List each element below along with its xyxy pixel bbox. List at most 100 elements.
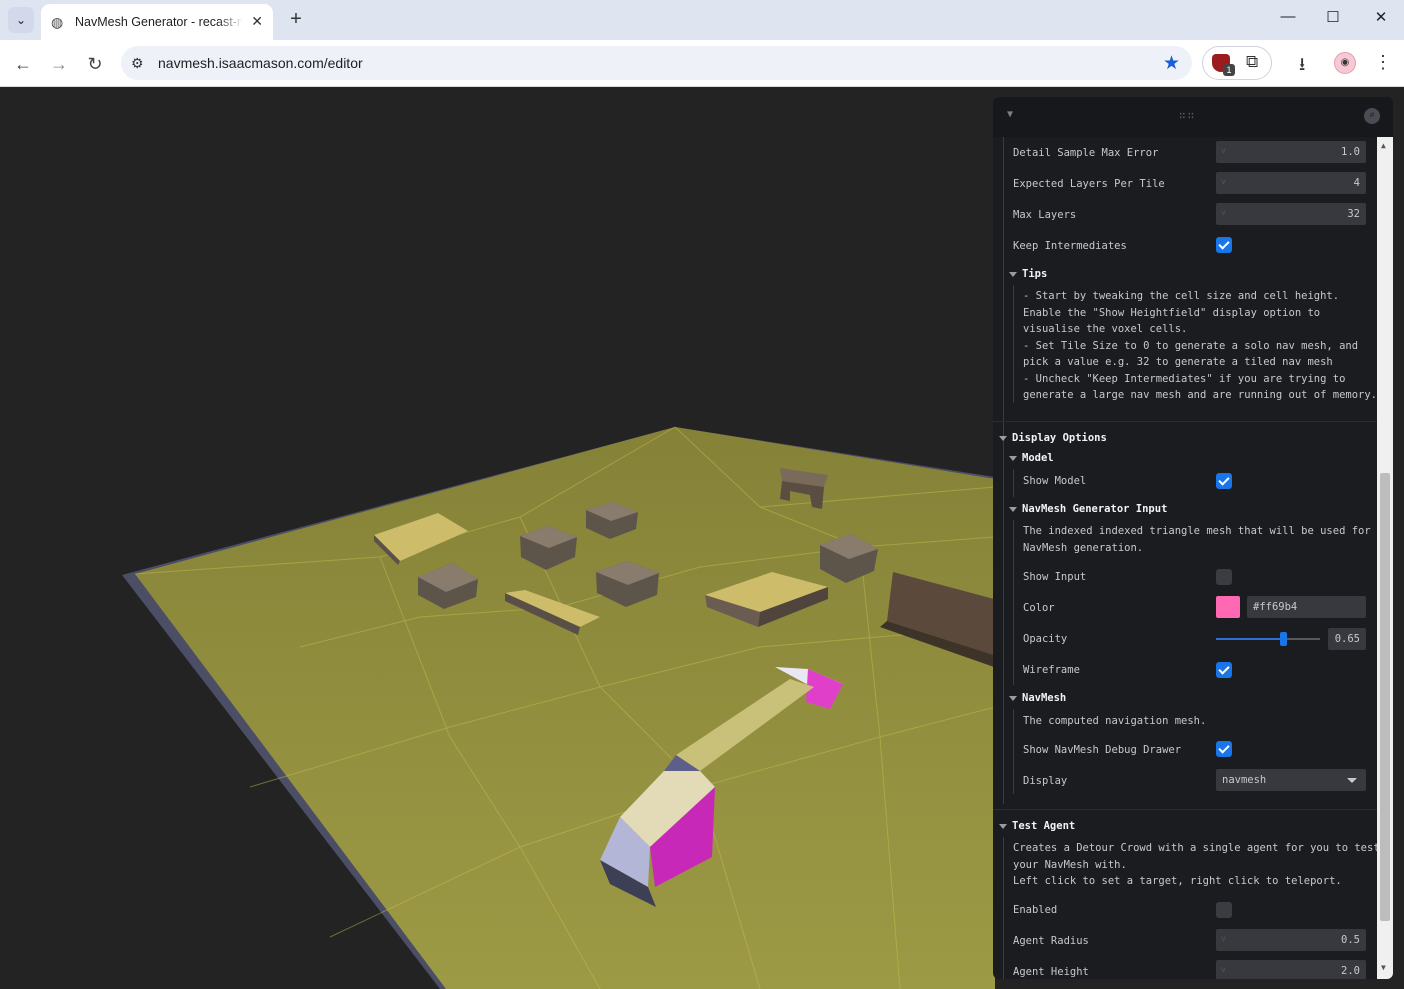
display-options-folder-title[interactable]: Display Options [999,432,1107,444]
folder-title-text: Test Agent [1012,820,1076,832]
folder-title-text: NavMesh [1022,692,1067,704]
show-model-checkbox[interactable] [1216,473,1232,489]
kebab-menu-icon[interactable]: ⋮ [1374,52,1392,73]
agent-radius-field[interactable]: v 0.5 [1216,929,1366,951]
enabled-checkbox[interactable] [1216,902,1232,918]
drag-value-icon: v [1221,965,1226,974]
display-label: Display [1023,775,1068,787]
forward-button[interactable]: → [45,50,73,78]
maximize-button[interactable]: ☐ [1318,8,1348,26]
back-button[interactable]: ← [9,50,37,78]
test-agent-description: Creates a Detour Crowd with a single age… [1013,840,1380,890]
opacity-slider-fill[interactable] [1216,638,1284,640]
field-value: 32 [1347,208,1360,220]
show-input-checkbox[interactable] [1216,569,1232,585]
select-value: navmesh [1222,774,1267,786]
color-hex-field[interactable]: #ff69b4 [1247,596,1366,618]
chevron-down-icon [1009,455,1017,461]
desc-line: Creates a Detour Crowd with a single age… [1013,842,1380,854]
drag-value-icon: v [1221,146,1226,155]
color-label: Color [1023,602,1055,614]
detail-sample-max-error-field[interactable]: v 1.0 [1216,141,1366,163]
panel-scrollbar[interactable]: ▲ ▼ [1377,137,1393,979]
folder-title-text: Tips [1022,268,1048,280]
keep-intermediates-checkbox[interactable] [1216,237,1232,253]
debug-drawer-checkbox[interactable] [1216,741,1232,757]
folder-guide-line [1013,520,1014,685]
folder-title-text: NavMesh Generator Input [1022,503,1168,515]
minimize-button[interactable]: — [1273,8,1303,25]
tips-line: visualise the voxel cells. [1023,323,1188,335]
search-icon[interactable]: ⌕ [1364,108,1380,124]
desc-line: NavMesh generation. [1023,541,1144,554]
color-swatch[interactable] [1216,596,1240,618]
tips-line: Enable the "Show Heightfield" display op… [1023,306,1321,319]
tips-line: pick a value e.g. 32 to generate a tiled… [1023,356,1333,368]
wireframe-checkbox[interactable] [1216,662,1232,678]
wireframe-label: Wireframe [1023,664,1080,676]
drag-handle-icon[interactable]: ∷∷ [1179,109,1196,122]
tips-line: - Start by tweaking the cell size and ce… [1023,290,1340,302]
tab-strip: ⌄ ◍ NavMesh Generator - recast-navigatio… [0,0,1404,40]
model-folder-title[interactable]: Model [1009,452,1054,464]
panel-header[interactable]: ▼ ∷∷ ⌕ [993,97,1393,137]
reload-icon: ↻ [87,54,103,74]
url-text[interactable]: navmesh.isaacmason.com/editor [158,55,363,71]
address-bar[interactable]: ⚙ navmesh.isaacmason.com/editor ★ [121,46,1192,80]
ground-plane [135,427,995,989]
opacity-value-field[interactable]: 0.65 [1328,628,1366,650]
tips-folder-title[interactable]: Tips [1009,268,1047,280]
show-input-label: Show Input [1023,571,1087,583]
navmesh-folder-title[interactable]: NavMesh [1009,692,1066,704]
new-tab-button[interactable]: + [283,7,309,33]
scroll-down-icon[interactable]: ▼ [1381,963,1386,972]
opacity-slider-knob[interactable] [1280,632,1287,646]
input-description: The indexed indexed triangle mesh that w… [1023,523,1371,556]
close-icon[interactable]: ✕ [251,13,263,30]
gui-panel: ▼ ∷∷ ⌕ Detail Sample Max Error v 1.0 Exp… [993,97,1393,979]
row-label: Expected Layers Per Tile [1013,178,1165,190]
desc-line: your NavMesh with. [1013,858,1127,871]
enabled-label: Enabled [1013,904,1058,916]
tab-title: NavMesh Generator - recast-navigation [75,15,243,29]
chevron-down-icon [999,435,1007,441]
drag-value-icon: v [1221,177,1226,186]
navmesh-input-folder-title[interactable]: NavMesh Generator Input [1009,503,1167,515]
row-label: Detail Sample Max Error [1013,147,1159,159]
display-select[interactable]: navmesh [1216,769,1366,791]
debug-drawer-label: Show NavMesh Debug Drawer [1023,744,1182,756]
test-agent-folder-title[interactable]: Test Agent [999,820,1075,832]
scroll-up-icon[interactable]: ▲ [1381,141,1386,150]
avatar[interactable]: ◉ [1334,52,1356,74]
chevron-down-icon: ⌄ [15,13,27,27]
max-layers-field[interactable]: v 32 [1216,203,1366,225]
extensions-group: 1 ⧉ [1202,46,1272,80]
caret-down-icon [1347,778,1357,783]
drag-value-icon: v [1221,934,1226,943]
chevron-down-icon [999,823,1007,829]
row-label: Agent Height [1013,966,1089,978]
tab-list-button[interactable]: ⌄ [8,7,34,33]
agent-height-field[interactable]: v 2.0 [1216,960,1366,979]
reload-button[interactable]: ↻ [81,50,109,78]
download-icon[interactable]: ⭳ [1299,52,1305,82]
row-label: Max Layers [1013,209,1077,221]
chevron-down-icon [1009,271,1017,277]
navmesh-description: The computed navigation mesh. [1023,715,1207,727]
chevron-down-icon [1009,506,1017,512]
folder-guide-line [1003,449,1004,804]
tune-icon[interactable]: ⚙ [131,55,144,72]
folder-guide-line [1013,469,1014,497]
active-tab[interactable]: ◍ NavMesh Generator - recast-navigation … [41,4,273,40]
divider [993,809,1377,810]
expected-layers-per-tile-field[interactable]: v 4 [1216,172,1366,194]
row-label: Agent Radius [1013,935,1089,947]
collapse-panel-icon[interactable]: ▼ [1007,109,1013,120]
browser-toolbar: ← → ↻ ⚙ navmesh.isaacmason.com/editor ★ … [0,40,1404,87]
chevron-down-icon [1009,695,1017,701]
puzzle-icon[interactable]: ⧉ [1246,52,1258,72]
plus-icon: + [290,8,302,30]
star-icon[interactable]: ★ [1163,52,1180,75]
close-window-button[interactable]: ✕ [1366,8,1396,26]
scrollbar-thumb[interactable] [1380,473,1390,921]
